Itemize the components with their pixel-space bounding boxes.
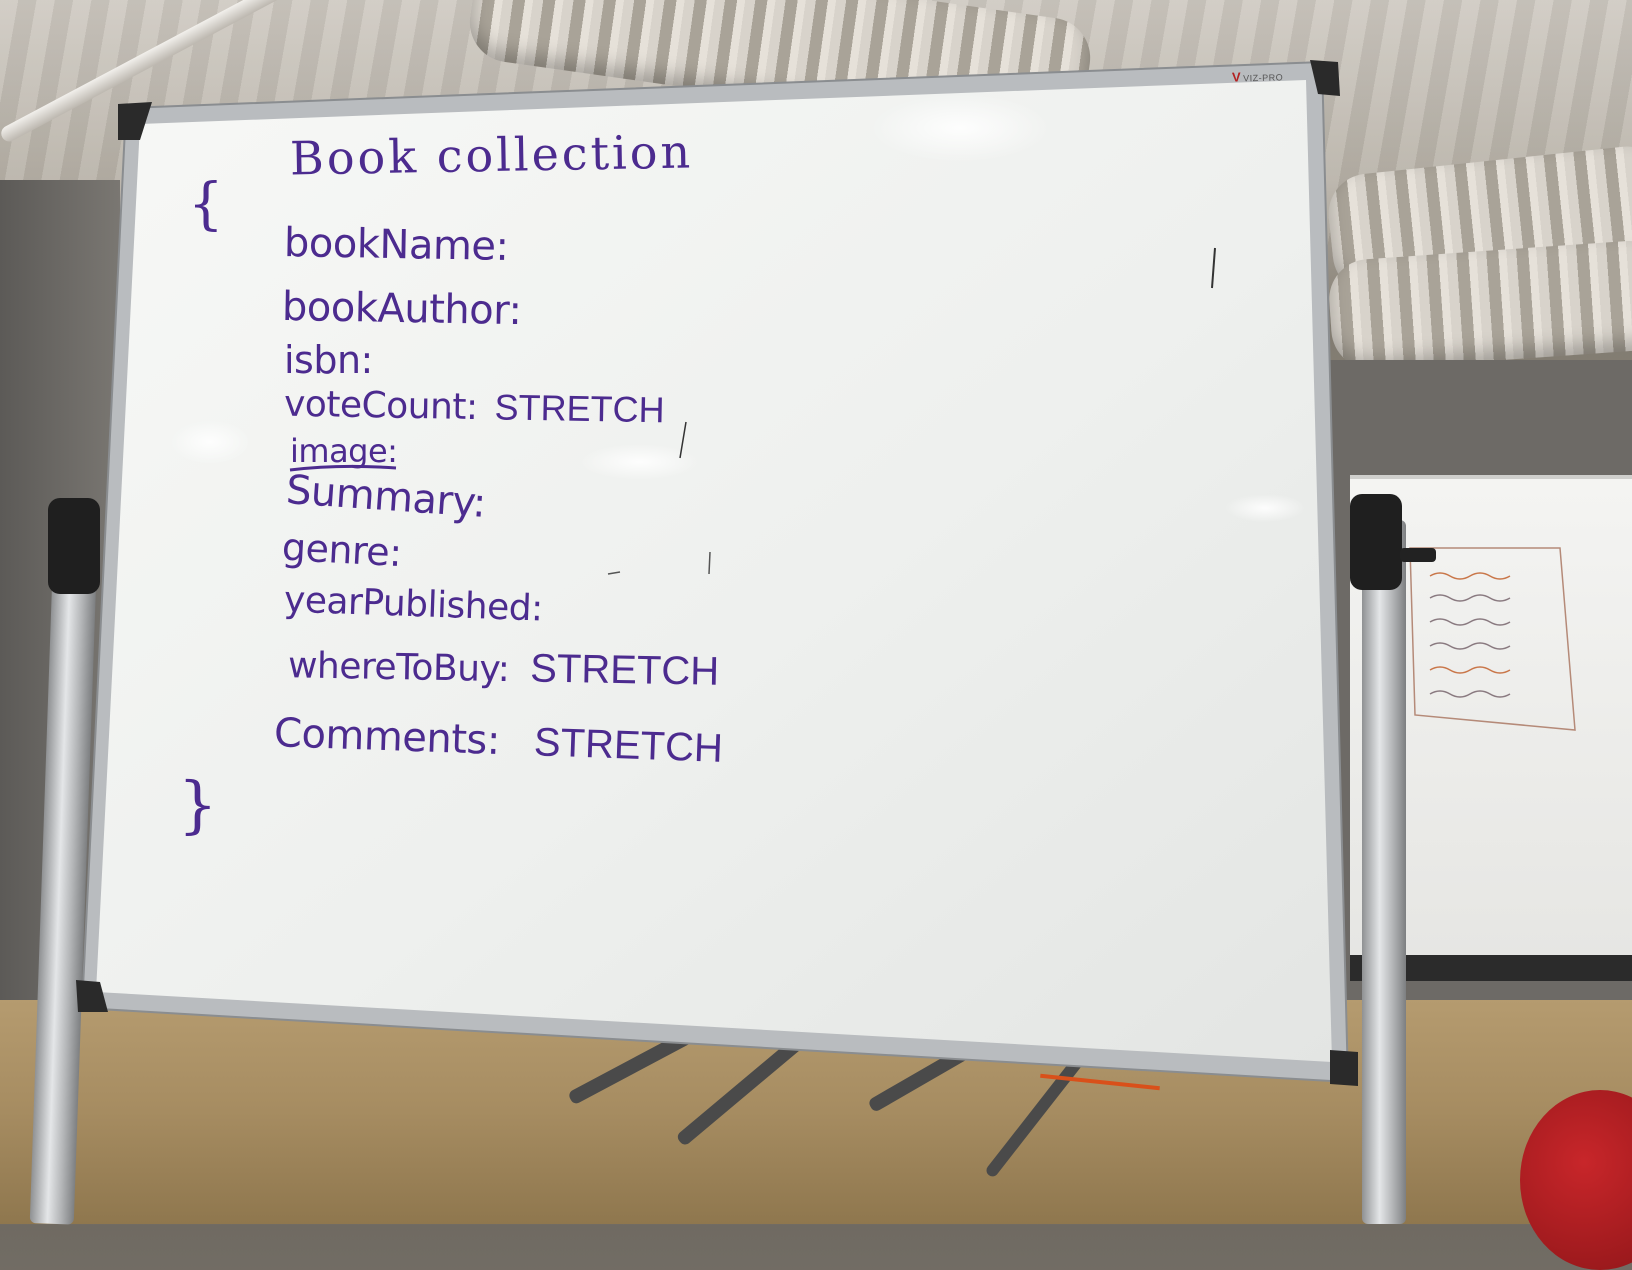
field-genre: genre: [280,524,403,576]
field-bookname: bookName: [283,220,509,270]
frame-corner [1330,1050,1358,1086]
stand-knob [1400,548,1436,562]
field-isbn: isbn: [284,338,373,382]
brand-name: VIZ-PRO [1243,72,1284,84]
whiteboard [76,60,1358,1086]
light-glare [870,94,1050,162]
stray-mark [708,551,711,575]
board-title: Book collection [289,124,694,186]
field-wheretobuy: whereToBuy: STRETCH [288,642,720,695]
field-votecount-stretch: STRETCH [494,386,665,431]
field-votecount-label: voteCount: [283,383,478,429]
brand-mark-icon: V [1231,69,1242,85]
light-glare [170,420,250,464]
field-image: image: [290,432,398,470]
whiteboard-surface [96,80,1332,1062]
field-wheretobuy-label: whereToBuy: [287,645,510,691]
close-brace: } [178,768,218,841]
photo-scene: V VIZ-PRO Book collection { bookName: boo… [0,0,1632,1270]
field-wheretobuy-stretch: STRETCH [529,646,720,694]
field-comments-label: Comments: [273,710,501,765]
stand-clamp-left [48,498,100,594]
brand-logo: V VIZ-PRO [1232,68,1284,84]
light-glare [1225,494,1305,522]
field-comments-stretch: STRETCH [533,720,724,771]
open-brace: { [188,172,224,237]
stand-clamp-right [1350,494,1402,590]
field-votecount: voteCount: STRETCH [284,383,665,432]
field-bookauthor: bookAuthor: [281,283,522,335]
